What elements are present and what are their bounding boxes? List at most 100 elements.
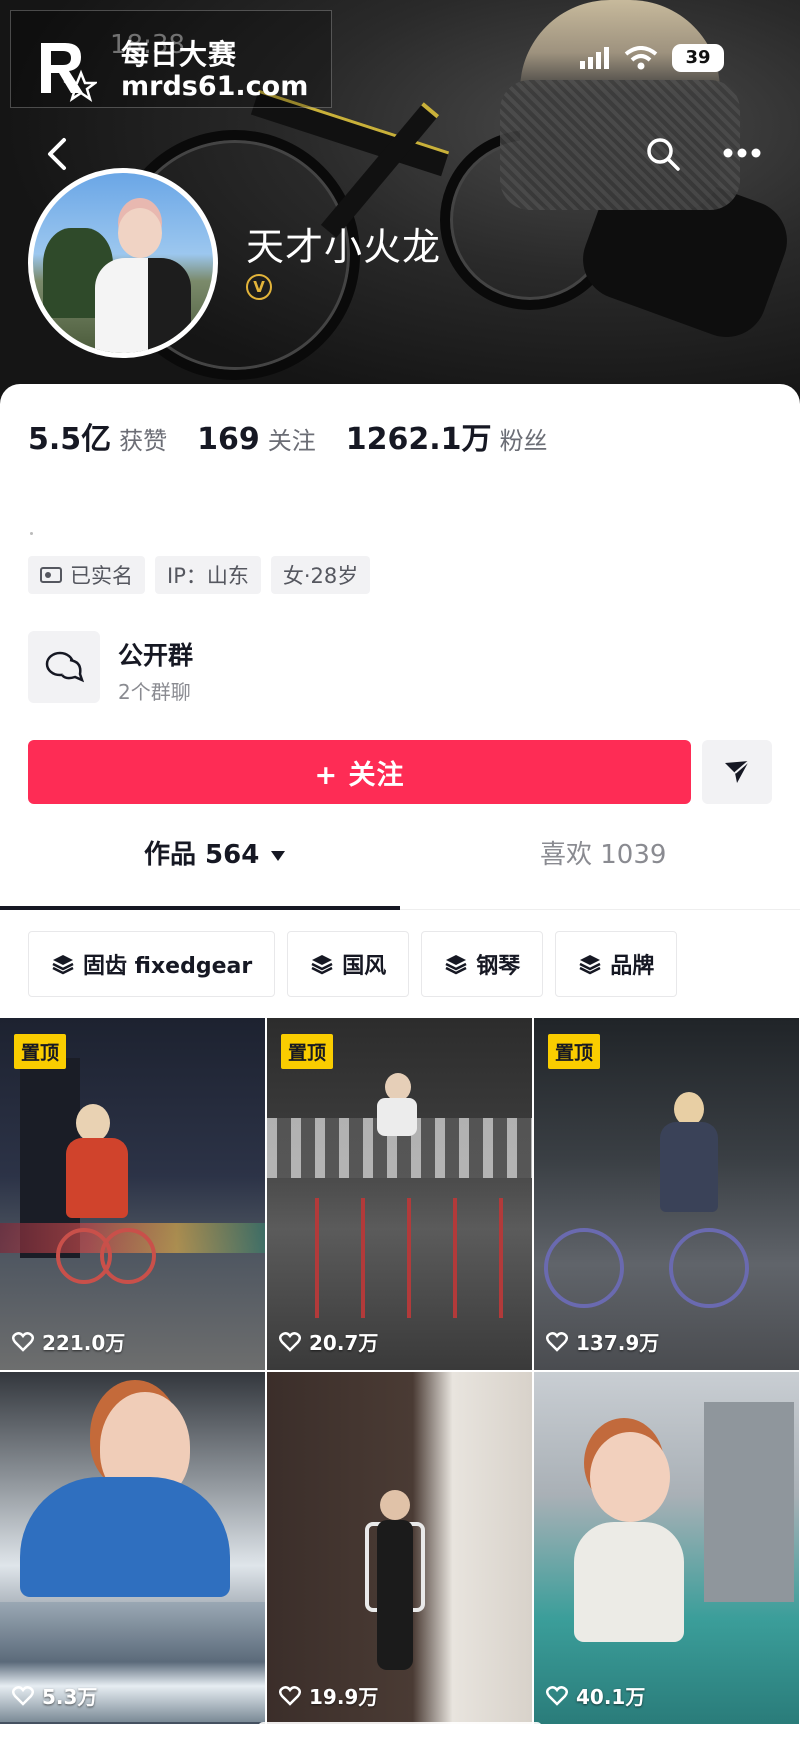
video-tile[interactable]: 5.3万 xyxy=(0,1372,265,1724)
cover-person-jacket xyxy=(500,80,740,210)
person-head xyxy=(590,1432,670,1522)
rider-head xyxy=(76,1104,110,1142)
pinned-badge: 置顶 xyxy=(281,1034,334,1069)
person-body xyxy=(574,1522,684,1642)
signal-icon xyxy=(580,47,609,69)
video-tile[interactable]: 19.9万 xyxy=(267,1372,532,1724)
tab-active-indicator xyxy=(0,906,400,910)
group-subtitle: 2个群聊 xyxy=(118,680,191,704)
likes-count[interactable]: 5.5亿 xyxy=(28,414,111,458)
heart-icon xyxy=(12,1331,34,1352)
tab-works-label: 作品 564 xyxy=(144,840,260,870)
more-icon[interactable] xyxy=(722,146,762,160)
likes-count-text: 40.1万 xyxy=(576,1685,646,1709)
heart-icon xyxy=(279,1685,301,1706)
follow-button[interactable]: + 关注 xyxy=(28,740,691,804)
video-likes: 221.0万 xyxy=(12,1327,125,1356)
collection-guofeng[interactable]: 国风 xyxy=(287,931,410,997)
followers-label[interactable]: 粉丝 xyxy=(500,421,548,456)
chat-bubbles-icon xyxy=(45,651,84,683)
wifi-icon xyxy=(624,46,658,70)
person-body xyxy=(377,1520,413,1670)
group-chat-button[interactable] xyxy=(28,631,100,703)
avatar-person-head xyxy=(118,208,162,258)
bike-wheel xyxy=(669,1228,749,1308)
video-likes: 20.7万 xyxy=(279,1327,378,1356)
send-icon xyxy=(725,760,750,783)
heart-icon xyxy=(279,1331,301,1352)
collection-fixedgear[interactable]: 固齿 fixedgear xyxy=(28,931,276,997)
id-card-icon xyxy=(40,567,62,583)
collection-label: 国风 xyxy=(342,954,387,979)
likes-count-text: 5.3万 xyxy=(42,1685,98,1709)
rider-jacket xyxy=(660,1122,718,1212)
pinned-badge: 置顶 xyxy=(548,1034,601,1069)
video-likes: 40.1万 xyxy=(546,1681,645,1710)
home-indicator[interactable] xyxy=(258,1722,542,1732)
verified-badge-icon: V xyxy=(246,274,272,300)
pinned-badge: 置顶 xyxy=(14,1034,67,1069)
video-tile[interactable]: 置顶 137.9万 xyxy=(534,1018,799,1370)
layers-icon xyxy=(579,955,601,975)
watermark-brand: 每日大赛 xyxy=(121,38,238,71)
username: 天才小火龙 xyxy=(246,225,442,269)
collection-brand[interactable]: 品牌 xyxy=(555,931,678,997)
video-tile[interactable]: 40.1万 xyxy=(534,1372,799,1724)
stats-row: 5.5亿 获赞 169 关注 1262.1万 粉丝 xyxy=(28,414,578,458)
status-icons: 39 xyxy=(580,44,724,72)
profile-tags: 已实名 IP：山东 女·28岁 xyxy=(28,556,371,594)
tag-text: 已实名 xyxy=(70,564,133,588)
building xyxy=(704,1402,794,1602)
collection-label: 固齿 fixedgear xyxy=(83,954,253,979)
back-icon[interactable] xyxy=(42,134,72,174)
profile-card: 5.5亿 获赞 169 关注 1262.1万 粉丝 已实名 IP：山东 女·28… xyxy=(0,384,800,1739)
battery-indicator: 39 xyxy=(672,44,724,72)
likes-count-text: 137.9万 xyxy=(576,1331,660,1355)
watermark: 每日大赛 mrds61.com xyxy=(10,10,332,108)
collection-label: 品牌 xyxy=(610,954,655,979)
video-likes: 137.9万 xyxy=(546,1327,659,1356)
collection-piano[interactable]: 钢琴 xyxy=(421,931,544,997)
heart-icon xyxy=(546,1685,568,1706)
avatar-person-body xyxy=(95,258,191,353)
caret-down-icon xyxy=(271,850,286,861)
group-title[interactable]: 公开群 xyxy=(118,636,193,672)
followers-count[interactable]: 1262.1万 xyxy=(346,414,492,458)
person-head xyxy=(385,1073,411,1101)
bike-wheel xyxy=(100,1228,156,1284)
collection-label: 钢琴 xyxy=(476,954,521,979)
following-count[interactable]: 169 xyxy=(197,422,260,457)
video-tile[interactable]: 置顶 20.7万 xyxy=(267,1018,532,1370)
tag-text: 女·28岁 xyxy=(282,564,359,588)
layers-icon xyxy=(311,955,333,975)
tab-likes[interactable]: 喜欢 1039 xyxy=(540,834,666,871)
tag-text: IP：山东 xyxy=(167,564,249,588)
rider-jacket xyxy=(66,1138,128,1218)
likes-count-text: 20.7万 xyxy=(309,1331,379,1355)
layers-icon xyxy=(445,955,467,975)
person-body xyxy=(377,1098,417,1136)
tab-works[interactable]: 作品 564 xyxy=(144,834,286,871)
video-tile[interactable]: 置顶 221.0万 xyxy=(0,1018,265,1370)
heart-icon xyxy=(12,1685,34,1706)
bike-rack xyxy=(287,1198,512,1318)
profile-tabs: 作品 564 喜欢 1039 xyxy=(0,834,800,904)
person-jacket xyxy=(20,1477,230,1597)
share-button[interactable] xyxy=(702,740,772,804)
avatar[interactable] xyxy=(28,168,218,358)
tag-ip: IP：山东 xyxy=(155,556,261,594)
video-likes: 5.3万 xyxy=(12,1681,97,1710)
tag-gender-age: 女·28岁 xyxy=(270,556,371,594)
watermark-logo xyxy=(41,43,97,102)
likes-count-text: 221.0万 xyxy=(42,1331,126,1355)
person-head xyxy=(380,1490,410,1520)
search-icon[interactable] xyxy=(645,136,681,172)
tag-verified-name: 已实名 xyxy=(28,556,145,594)
following-label[interactable]: 关注 xyxy=(268,421,316,456)
watermark-site: mrds61.com xyxy=(121,71,309,102)
bio-placeholder-dot xyxy=(30,532,33,535)
bike-wheel xyxy=(544,1228,624,1308)
likes-label[interactable]: 获赞 xyxy=(119,421,167,456)
collections-row: 固齿 fixedgear 国风 钢琴 品牌 xyxy=(28,931,678,997)
layers-icon xyxy=(52,955,74,975)
